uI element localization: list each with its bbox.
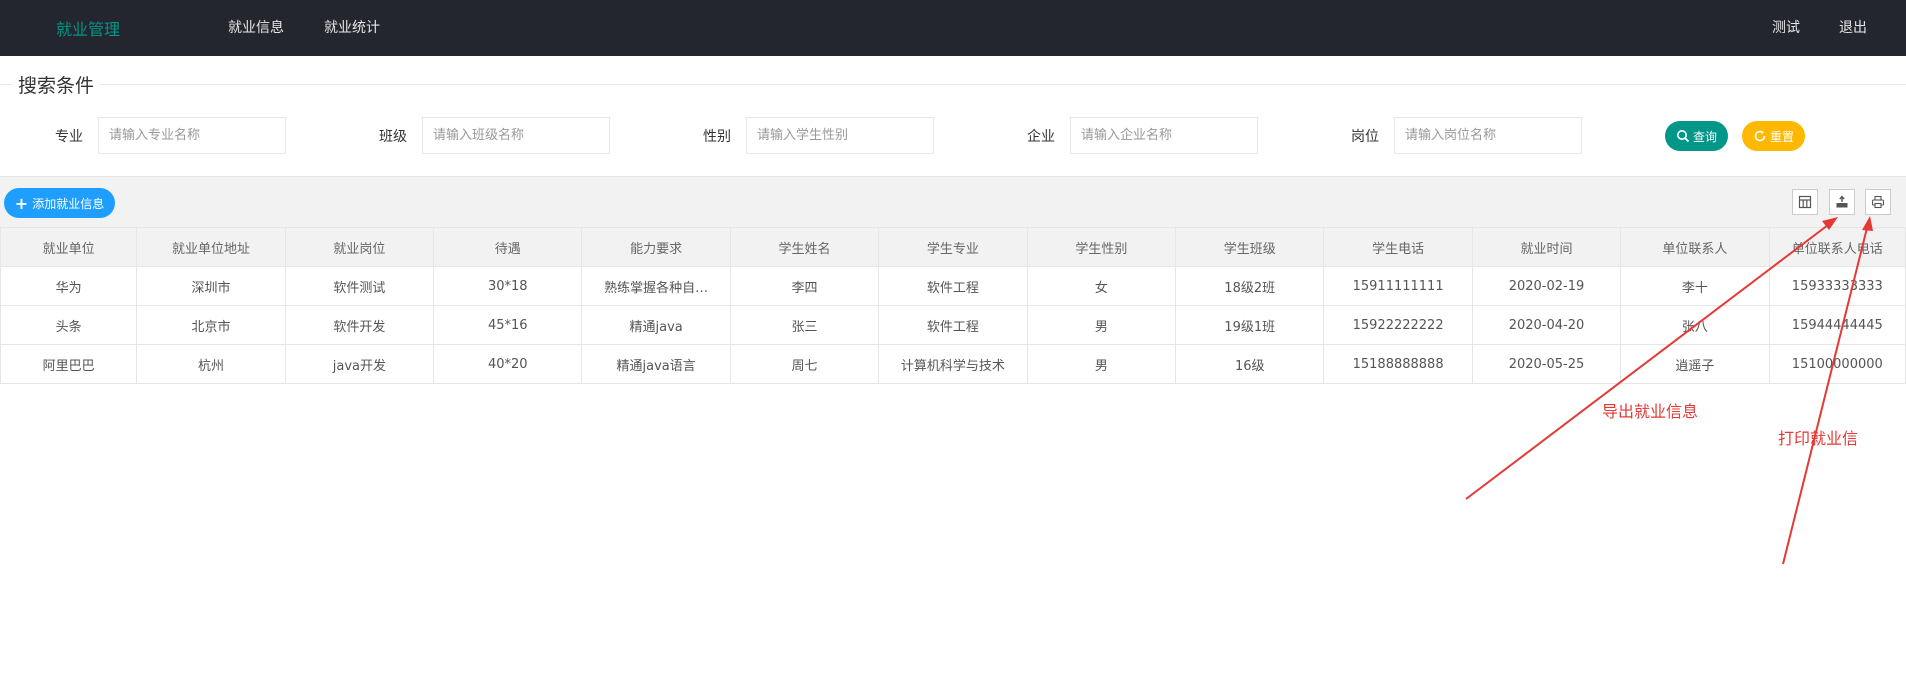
table-cell: 华为: [0, 266, 138, 306]
table-cell: 男: [1026, 305, 1177, 345]
table-cell: 周七: [729, 344, 880, 384]
annotation-print-label: 打印就业信: [1778, 429, 1859, 448]
gender-input[interactable]: [746, 117, 934, 154]
table-cell: 18级2班: [1175, 266, 1325, 306]
col-header[interactable]: 学生性别: [1026, 227, 1177, 267]
reset-button[interactable]: 重置: [1742, 121, 1805, 151]
add-employment-button[interactable]: + 添加就业信息: [4, 188, 115, 218]
col-header[interactable]: 单位联系人: [1620, 227, 1770, 267]
reset-button-label: 重置: [1769, 129, 1794, 144]
table-cell: 计算机科学与技术: [878, 344, 1028, 384]
gender-label: 性别: [703, 129, 731, 145]
major-input[interactable]: [98, 117, 286, 154]
table-cell: 软件工程: [878, 305, 1028, 345]
add-employment-label: 添加就业信息: [32, 196, 105, 211]
table-header-row: 就业单位 就业单位地址 就业岗位 待遇 能力要求 学生姓名 学生专业 学生性别 …: [0, 227, 1906, 267]
table-cell: 深圳市: [136, 266, 286, 306]
col-header[interactable]: 就业单位: [0, 227, 138, 267]
table-cell: 15933333333: [1768, 266, 1906, 306]
table-cell: 阿里巴巴: [0, 344, 138, 384]
table-cell: 15922222222: [1323, 305, 1473, 345]
table-row[interactable]: 头条 北京市 软件开发 45*16 精通java 张三 软件工程 男 19级1班…: [0, 305, 1906, 345]
table-cell: 熟练掌握各种自…: [581, 266, 731, 306]
columns-icon[interactable]: [1792, 189, 1818, 215]
table-cell: 15944444445: [1768, 305, 1906, 345]
nav-user-test[interactable]: 测试: [1772, 17, 1800, 37]
table-cell: 15188888888: [1323, 344, 1473, 384]
nav-employment-info[interactable]: 就业信息: [228, 17, 284, 37]
export-icon[interactable]: [1829, 189, 1855, 215]
col-header[interactable]: 学生姓名: [729, 227, 880, 267]
table-cell: 40*20: [433, 344, 583, 384]
table-row[interactable]: 华为 深圳市 软件测试 30*18 熟练掌握各种自… 李四 软件工程 女 18级…: [0, 266, 1906, 306]
table-cell: 李十: [1620, 266, 1770, 306]
nav-employment-stats[interactable]: 就业统计: [324, 17, 380, 37]
table-cell: 头条: [0, 305, 138, 345]
query-button[interactable]: 查询: [1665, 121, 1728, 151]
table-cell: 精通java语言: [581, 344, 731, 384]
company-input[interactable]: [1070, 117, 1258, 154]
col-header[interactable]: 就业单位地址: [136, 227, 286, 267]
search-fieldset-line: [0, 84, 1906, 85]
table-cell: 男: [1026, 344, 1177, 384]
table-cell: 15911111111: [1323, 266, 1473, 306]
top-header: 就业管理 就业信息 就业统计 测试 退出: [0, 0, 1906, 56]
table-cell: 45*16: [433, 305, 583, 345]
col-header[interactable]: 学生电话: [1323, 227, 1473, 267]
search-icon: [1676, 130, 1690, 143]
col-header[interactable]: 就业时间: [1471, 227, 1622, 267]
table-cell: 精通java: [581, 305, 731, 345]
col-header[interactable]: 学生班级: [1175, 227, 1325, 267]
table-cell: 逍遥子: [1620, 344, 1770, 384]
table-cell: 女: [1026, 266, 1177, 306]
table-cell: 李四: [729, 266, 880, 306]
search-legend: 搜索条件: [12, 71, 101, 98]
print-icon[interactable]: [1865, 189, 1891, 215]
annotation-export-label: 导出就业信息: [1602, 402, 1699, 421]
table-cell: 软件工程: [878, 266, 1028, 306]
table-cell: 软件开发: [284, 305, 435, 345]
plus-icon: +: [14, 193, 29, 213]
table-cell: 软件测试: [284, 266, 435, 306]
col-header[interactable]: 能力要求: [581, 227, 731, 267]
table-cell: 张八: [1620, 305, 1770, 345]
table-toolbar: + 添加就业信息: [0, 176, 1906, 228]
table-cell: 2020-04-20: [1471, 305, 1622, 345]
major-label: 专业: [55, 129, 83, 145]
table-cell: 19级1班: [1175, 305, 1325, 345]
class-label: 班级: [379, 129, 407, 145]
query-button-label: 查询: [1692, 129, 1717, 144]
table-cell: 30*18: [433, 266, 583, 306]
table-cell: 15100000000: [1768, 344, 1906, 384]
table-cell: 杭州: [136, 344, 286, 384]
col-header[interactable]: 待遇: [433, 227, 583, 267]
col-header[interactable]: 学生专业: [878, 227, 1028, 267]
class-input[interactable]: [422, 117, 610, 154]
col-header[interactable]: 单位联系人电话: [1768, 227, 1906, 267]
col-header[interactable]: 就业岗位: [284, 227, 435, 267]
app-logo[interactable]: 就业管理: [56, 16, 120, 40]
table-cell: 2020-02-19: [1471, 266, 1622, 306]
table-row[interactable]: 阿里巴巴 杭州 java开发 40*20 精通java语言 周七 计算机科学与技…: [0, 344, 1906, 384]
position-input[interactable]: [1394, 117, 1582, 154]
table-cell: java开发: [284, 344, 435, 384]
company-label: 企业: [1027, 129, 1055, 145]
employment-table: 就业单位 就业单位地址 就业岗位 待遇 能力要求 学生姓名 学生专业 学生性别 …: [0, 227, 1906, 384]
refresh-icon: [1754, 130, 1766, 142]
table-cell: 张三: [729, 305, 880, 345]
table-cell: 北京市: [136, 305, 286, 345]
table-cell: 16级: [1175, 344, 1325, 384]
position-label: 岗位: [1351, 129, 1379, 145]
nav-logout[interactable]: 退出: [1839, 17, 1867, 37]
table-cell: 2020-05-25: [1471, 344, 1622, 384]
